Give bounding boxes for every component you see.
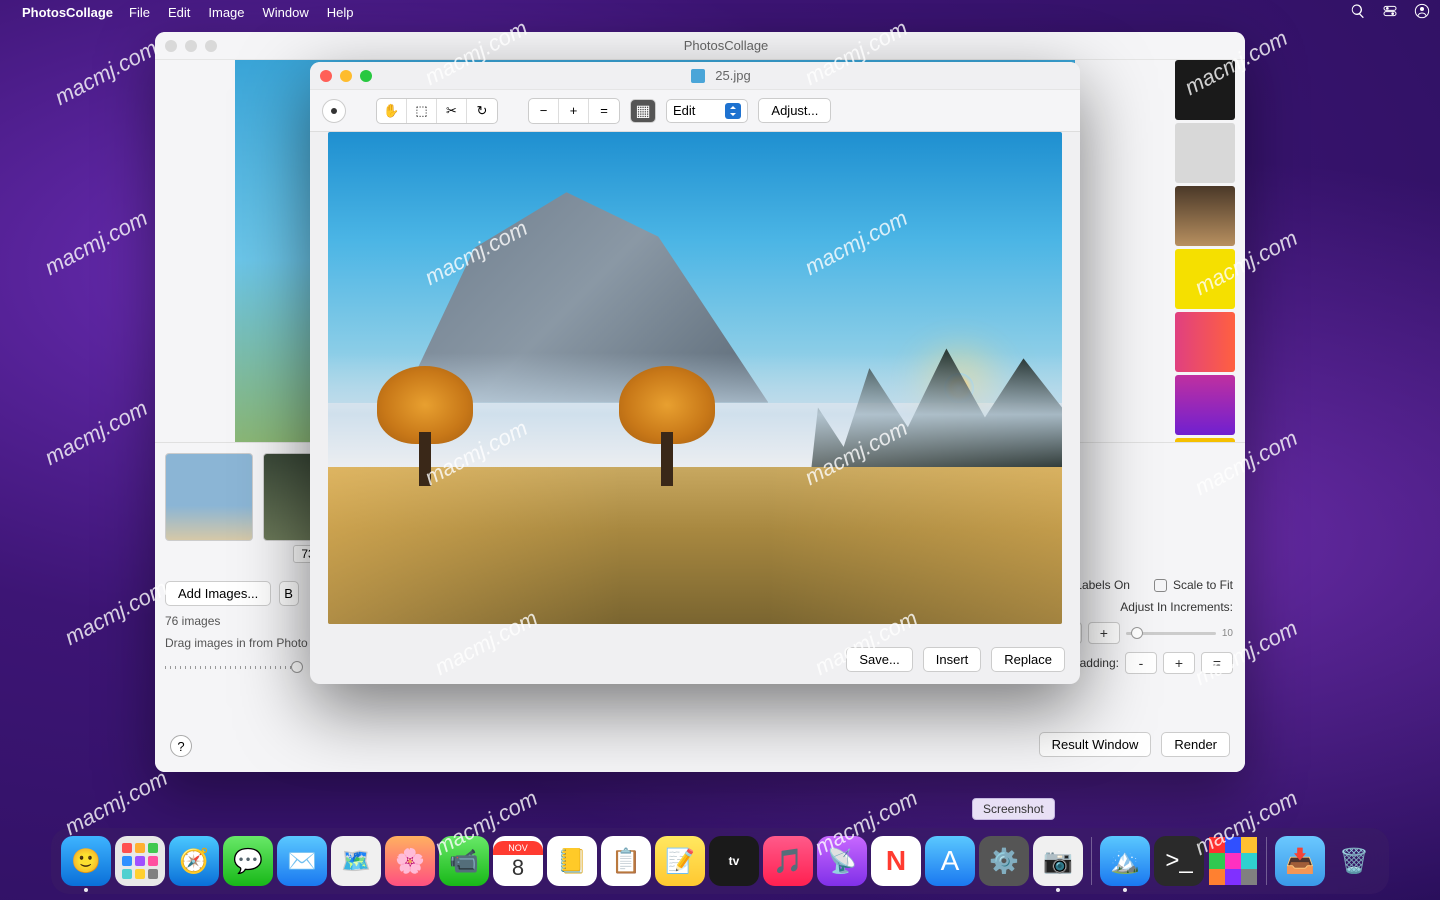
insert-button[interactable]: Insert (923, 647, 982, 672)
padding-minus-button[interactable]: - (1125, 652, 1157, 674)
render-button[interactable]: Render (1161, 732, 1230, 757)
menu-help[interactable]: Help (327, 5, 354, 20)
select-tool-icon[interactable]: ⬚ (407, 99, 437, 123)
preview-image[interactable] (328, 132, 1062, 624)
tool-group-nav: ✋ ⬚ ✂ ↻ (376, 98, 498, 124)
side-thumb[interactable] (1175, 123, 1235, 183)
result-window-button[interactable]: Result Window (1039, 732, 1152, 757)
zoom-fit-icon[interactable]: = (589, 99, 619, 123)
safari-icon[interactable]: 🧭 (169, 836, 219, 886)
settings-icon[interactable]: ⚙️ (979, 836, 1029, 886)
dock-separator (1091, 837, 1092, 885)
messages-icon[interactable]: 💬 (223, 836, 273, 886)
slider-max-label: 10 (1222, 628, 1233, 639)
notes-icon[interactable]: 📝 (655, 836, 705, 886)
replace-button[interactable]: Replace (991, 647, 1065, 672)
adjust-button[interactable]: Adjust... (758, 98, 831, 123)
traffic-lights[interactable] (165, 40, 217, 52)
file-icon (691, 69, 705, 83)
dock-separator (1266, 837, 1267, 885)
trash-icon[interactable]: 🗑️ (1329, 836, 1379, 886)
close-icon[interactable] (320, 70, 332, 82)
downloads-icon[interactable]: 📥 (1275, 836, 1325, 886)
minimize-icon[interactable] (340, 70, 352, 82)
rotate-tool-icon[interactable]: ↻ (467, 99, 497, 123)
menubar: PhotosCollage File Edit Image Window Hel… (0, 0, 1440, 24)
padding-eq-button[interactable]: = (1201, 652, 1233, 674)
mode-select[interactable]: Edit (666, 99, 748, 123)
maps-icon[interactable]: 🗺️ (331, 836, 381, 886)
dock-tooltip: Screenshot (972, 798, 1055, 820)
contacts-icon[interactable]: 📒 (547, 836, 597, 886)
scale-fit-label: Scale to Fit (1173, 578, 1233, 592)
mail-icon[interactable]: ✉️ (277, 836, 327, 886)
crop-tool-icon[interactable]: ✂ (437, 99, 467, 123)
preview-titlebar[interactable]: 25.jpg (310, 62, 1080, 90)
traffic-lights[interactable] (320, 70, 372, 82)
photoscollage-app-icon[interactable]: 🏔️ (1100, 836, 1150, 886)
height-plus-button[interactable]: + (1088, 622, 1120, 644)
menu-edit[interactable]: Edit (168, 5, 190, 20)
launchpad-icon[interactable] (115, 836, 165, 886)
chevron-updown-icon (725, 103, 741, 119)
side-thumb[interactable] (1175, 375, 1235, 435)
hand-tool-icon[interactable]: ✋ (377, 99, 407, 123)
main-titlebar[interactable]: PhotosCollage (155, 32, 1245, 60)
app-name[interactable]: PhotosCollage (22, 5, 113, 20)
appstore-icon[interactable]: A (925, 836, 975, 886)
zoom-icon[interactable] (205, 40, 217, 52)
control-center-icon[interactable] (1382, 3, 1398, 22)
podcasts-icon[interactable]: 📡 (817, 836, 867, 886)
tv-icon[interactable]: tv (709, 836, 759, 886)
preview-title: 25.jpg (372, 68, 1070, 83)
height-slider[interactable] (1126, 632, 1216, 635)
zoom-out-icon[interactable]: − (529, 99, 559, 123)
music-icon[interactable]: 🎵 (763, 836, 813, 886)
zoom-icon[interactable] (360, 70, 372, 82)
preview-window: 25.jpg ✋ ⬚ ✂ ↻ − + = ▦ Edit Adjust... (310, 62, 1080, 684)
tool-group-zoom: − + = (528, 98, 620, 124)
main-title: PhotosCollage (217, 38, 1235, 53)
menu-window[interactable]: Window (263, 5, 309, 20)
search-icon[interactable] (1350, 3, 1366, 22)
side-thumb[interactable] (1175, 249, 1235, 309)
add-images-button[interactable]: Add Images... (165, 581, 271, 606)
adjust-inc-label: Adjust In Increments: (1120, 600, 1233, 614)
thumb-size-slider[interactable] (165, 660, 305, 674)
thumb-image[interactable] (165, 453, 253, 541)
calendar-icon[interactable]: NOV 8 (493, 836, 543, 886)
zoom-in-icon[interactable]: + (559, 99, 589, 123)
color-well[interactable] (322, 99, 346, 123)
menu-file[interactable]: File (129, 5, 150, 20)
side-thumb[interactable] (1175, 312, 1235, 372)
preview-toolbar: ✋ ⬚ ✂ ↻ − + = ▦ Edit Adjust... (310, 90, 1080, 132)
scale-fit-checkbox[interactable] (1154, 579, 1167, 592)
photos-icon[interactable]: 🌸 (385, 836, 435, 886)
dock: 🙂 🧭 💬 ✉️ 🗺️ 🌸 📹 NOV 8 📒 📋 📝 tv 🎵 📡 N A ⚙… (51, 828, 1389, 894)
facetime-icon[interactable]: 📹 (439, 836, 489, 886)
side-thumb[interactable] (1175, 60, 1235, 120)
reminders-icon[interactable]: 📋 (601, 836, 651, 886)
help-button[interactable]: ? (170, 735, 192, 757)
news-icon[interactable]: N (871, 836, 921, 886)
user-icon[interactable] (1414, 3, 1430, 22)
effects-icon[interactable]: ▦ (630, 99, 656, 123)
finder-icon[interactable]: 🙂 (61, 836, 111, 886)
padding-plus-button[interactable]: + (1163, 652, 1195, 674)
menu-image[interactable]: Image (208, 5, 244, 20)
button-partial[interactable]: B (279, 581, 299, 606)
color-app-icon[interactable] (1208, 836, 1258, 886)
save-button[interactable]: Save... (846, 647, 912, 672)
terminal-icon[interactable]: >_ (1154, 836, 1204, 886)
labels-on-label: Labels On (1075, 578, 1130, 592)
screenshot-icon[interactable]: 📷 (1033, 836, 1083, 886)
minimize-icon[interactable] (185, 40, 197, 52)
close-icon[interactable] (165, 40, 177, 52)
side-thumb[interactable] (1175, 186, 1235, 246)
